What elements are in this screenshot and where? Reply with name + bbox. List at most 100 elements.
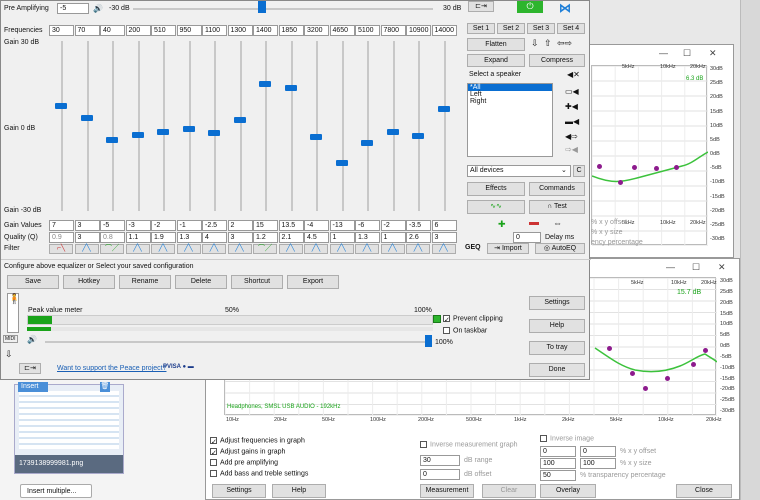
gain-value-input[interactable]: -4 [304, 220, 329, 231]
x-size-input[interactable]: 100 [540, 458, 576, 469]
quality-input[interactable]: 1.1 [125, 232, 151, 243]
eq-slider-track[interactable] [316, 41, 318, 211]
eq-slider-track[interactable] [239, 41, 242, 211]
minimize-icon[interactable]: — [666, 262, 675, 272]
set4-button[interactable]: Set 4 [557, 23, 585, 34]
arrow-down-icon[interactable]: ⇩ [5, 349, 13, 360]
filter-type-icon[interactable]: ⌐╲ [49, 244, 73, 254]
filter-curve-button[interactable]: ∿∿ [467, 200, 525, 214]
rename-button[interactable]: Rename [119, 275, 171, 289]
quality-input[interactable]: 3 [74, 232, 100, 243]
quality-input[interactable]: 2.6 [406, 232, 431, 243]
image-thumbnail[interactable]: 1739138999981.png [14, 384, 124, 474]
checkbox-icon[interactable] [420, 441, 427, 448]
filter-type-icon[interactable]: ╱╲ [329, 244, 354, 254]
y-size-input[interactable]: 100 [580, 458, 616, 469]
checkbox-icon[interactable] [443, 327, 450, 334]
support-link[interactable]: Want to support the Peace project? [57, 365, 166, 372]
eq-slider-track[interactable] [443, 41, 446, 211]
pre-amp-slider-thumb[interactable] [258, 1, 266, 13]
eq-slider-knob[interactable] [412, 132, 424, 139]
y-offset-input[interactable]: 0 [580, 446, 616, 457]
filter-type-icon[interactable]: ╱╲ [431, 244, 456, 254]
device-select[interactable]: All devices [467, 165, 571, 177]
checkbox-checked-icon[interactable]: ✓ [210, 448, 217, 457]
checkbox-checked-icon[interactable]: ✓ [210, 437, 217, 446]
frequency-input[interactable]: 5100 [355, 25, 380, 36]
frequency-input[interactable]: 7800 [380, 25, 406, 36]
pre-amp-input[interactable]: -5 [57, 3, 89, 14]
db-offset-input[interactable]: 0 [420, 469, 460, 480]
save-button[interactable]: Save [7, 275, 59, 289]
geq-label[interactable]: GEQ [465, 244, 481, 251]
add-icon[interactable]: ✚ [498, 219, 506, 230]
volume-slider-track[interactable] [45, 341, 427, 343]
adjust-gains-checkbox[interactable]: ✓ Adjust gains in graph [210, 448, 285, 457]
graph-settings-button[interactable]: Settings [212, 484, 266, 498]
eq-slider-knob[interactable] [259, 80, 271, 87]
eq-slider-knob[interactable] [284, 84, 297, 91]
gain-value-input[interactable]: -5 [100, 220, 125, 231]
graph-close-button[interactable]: Close [676, 484, 732, 498]
eq-slider-knob[interactable] [106, 137, 118, 144]
add-bass-treble-checkbox[interactable]: Add bass and treble settings [210, 470, 308, 477]
midi-label[interactable]: MIDI [3, 335, 18, 343]
gain-value-input[interactable]: -6 [355, 220, 380, 231]
eq-slider-knob[interactable] [208, 130, 220, 137]
gain-value-input[interactable]: 7 [49, 220, 74, 231]
volume-slider-thumb[interactable] [425, 335, 432, 347]
power-icon[interactable]: ⏻ [517, 1, 543, 13]
transparency-input[interactable]: 50 [540, 470, 576, 481]
gain-value-input[interactable]: -3 [125, 220, 151, 231]
export-button[interactable]: Export [287, 275, 339, 289]
filter-type-icon[interactable]: ╱╲ [227, 244, 252, 254]
eq-slider-track[interactable] [392, 41, 395, 211]
set2-button[interactable]: Set 2 [497, 23, 525, 34]
speaker-item-right[interactable]: Right [468, 98, 552, 105]
eq-point[interactable] [630, 371, 635, 376]
chevron-down-icon[interactable]: ⌄ [561, 166, 567, 174]
frequency-input[interactable]: 950 [176, 25, 202, 36]
eq-point[interactable] [597, 164, 602, 169]
eq-slider-track[interactable] [112, 41, 114, 211]
inverse-image-checkbox[interactable]: Inverse image [540, 435, 594, 442]
shortcut-button[interactable]: Shortcut [231, 275, 283, 289]
gain-value-input[interactable]: -2 [380, 220, 406, 231]
filter-type-icon[interactable]: ╱╲ [176, 244, 201, 254]
quality-input[interactable]: 1.3 [176, 232, 202, 243]
gain-value-input[interactable]: 15 [253, 220, 278, 231]
filter-type-icon[interactable]: ╱╲ [278, 244, 303, 254]
help-button[interactable]: Help [529, 319, 585, 333]
frequency-input[interactable]: 70 [74, 25, 100, 36]
prevent-clipping-checkbox[interactable]: ✓ Prevent clipping [443, 315, 503, 324]
payment-logos-icon[interactable]: PVISA ● ▬ [163, 364, 194, 370]
pre-amp-slider-track[interactable] [133, 8, 433, 10]
speaker-swap2-icon[interactable]: ⇨◀ [565, 145, 578, 154]
speaker-icon[interactable]: 🔊 [93, 4, 103, 13]
on-taskbar-checkbox[interactable]: On taskbar [443, 327, 487, 334]
eq-point[interactable] [618, 180, 623, 185]
frequency-input[interactable]: 510 [151, 25, 176, 36]
settings-button[interactable]: Settings [529, 296, 585, 310]
window-swap-button[interactable]: ⊏⇥ [19, 363, 41, 374]
eq-slider-track[interactable] [418, 41, 420, 211]
filter-type-icon[interactable]: ╱╲ [380, 244, 405, 254]
compress-button[interactable]: Compress [529, 54, 585, 67]
switch-window-button[interactable]: ⊏⇥ [468, 1, 494, 12]
eq-slider-track[interactable] [290, 41, 293, 211]
graph-help-button[interactable]: Help [272, 484, 326, 498]
speaker-mute-icon[interactable]: ◀✕ [567, 70, 580, 79]
set1-button[interactable]: Set 1 [467, 23, 495, 34]
delay-input[interactable]: 0 [513, 232, 541, 243]
arrow-left-right-icon[interactable]: ⇔ [553, 218, 562, 228]
db-range-input[interactable]: 30 [420, 455, 460, 466]
quality-input[interactable]: 1 [380, 232, 406, 243]
eq-point[interactable] [632, 165, 637, 170]
gain-value-input[interactable]: 6 [431, 220, 457, 231]
clear-button[interactable]: Clear [482, 484, 536, 498]
eq-slider-knob[interactable] [335, 159, 348, 166]
speaker-swap-icon[interactable]: ◀⇨ [565, 132, 578, 141]
adjust-frequencies-checkbox[interactable]: ✓ Adjust frequencies in graph [210, 437, 305, 446]
filter-type-icon[interactable]: ╱╲ [151, 244, 175, 254]
add-pre-amp-checkbox[interactable]: Add pre amplifying [210, 459, 278, 466]
